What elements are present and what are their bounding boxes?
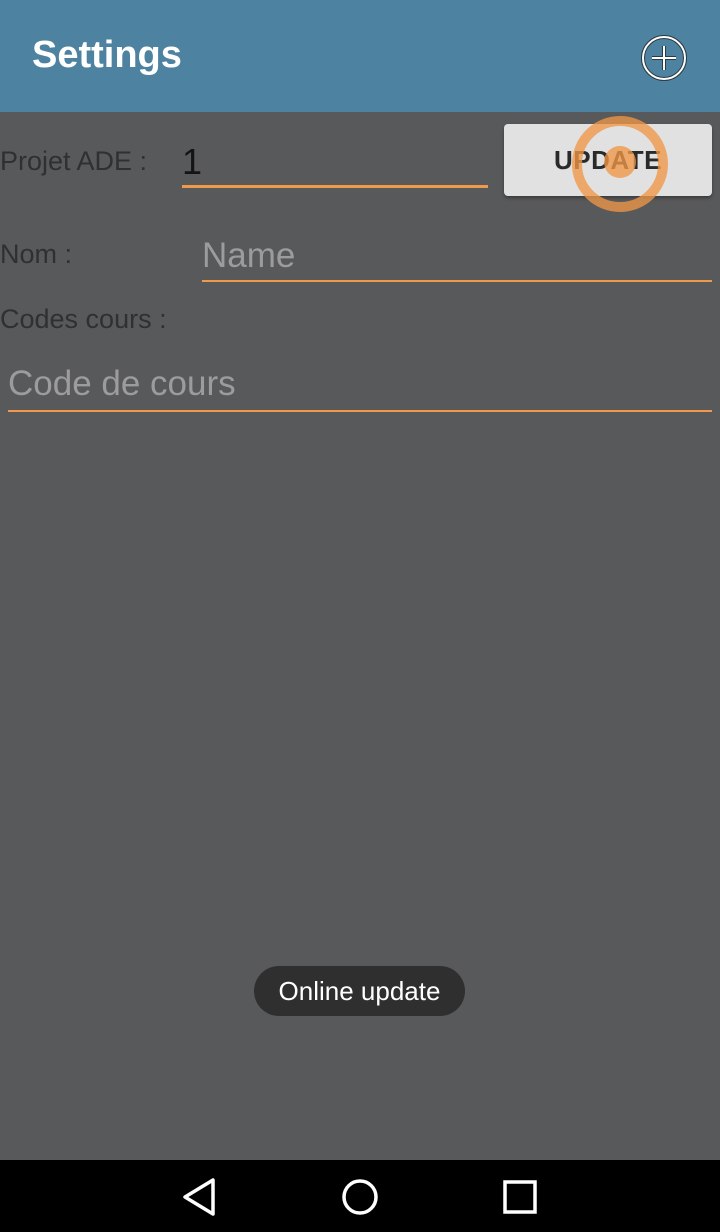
project-field[interactable] — [182, 138, 488, 188]
project-label: Projet ADE : — [0, 146, 148, 176]
recents-button[interactable] — [501, 1178, 539, 1216]
system-nav-bar — [0, 1160, 720, 1232]
circle-home-icon — [342, 1179, 378, 1215]
name-field[interactable] — [202, 230, 712, 282]
settings-screen: Settings Projet ADE : UPDATE Nom : Codes… — [0, 0, 720, 1232]
course-code-field[interactable] — [8, 358, 712, 412]
update-button[interactable]: UPDATE — [504, 124, 712, 196]
course-codes-label: Codes cours : — [0, 304, 167, 334]
home-button[interactable] — [341, 1178, 379, 1216]
back-button[interactable] — [181, 1178, 219, 1216]
app-bar: Settings — [0, 0, 720, 112]
triangle-back-icon — [183, 1178, 215, 1216]
circle-plus-icon — [641, 35, 687, 81]
toast-message: Online update — [254, 966, 465, 1016]
name-label: Nom : — [0, 239, 73, 269]
square-recents-icon — [503, 1180, 537, 1214]
page-title: Settings — [32, 34, 182, 76]
add-button[interactable] — [638, 32, 690, 84]
